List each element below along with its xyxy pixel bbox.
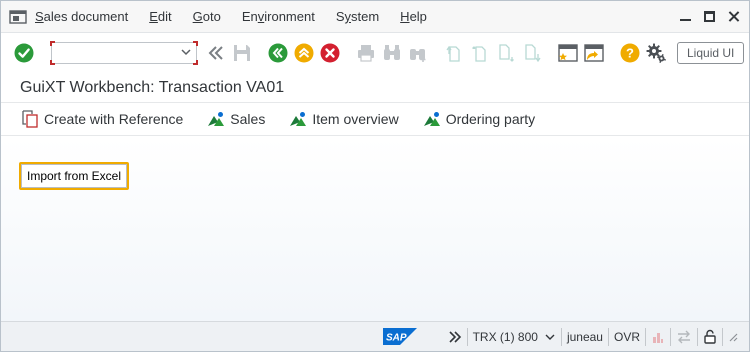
- back-icon: [268, 43, 288, 63]
- save-button[interactable]: [231, 42, 253, 64]
- print-icon: [358, 45, 374, 62]
- title-bar: GuiXT Workbench: Transaction VA01: [1, 73, 749, 103]
- command-field-wrapper: [50, 41, 198, 65]
- help-icon: ?: [620, 43, 640, 63]
- print-button[interactable]: [355, 42, 377, 64]
- enter-button[interactable]: [13, 42, 35, 64]
- insert-mode-segment[interactable]: OVR: [609, 327, 646, 346]
- minimize-icon[interactable]: [680, 11, 691, 22]
- item-overview-mountain-icon: [290, 112, 307, 126]
- settings-gear-icon: [646, 43, 666, 63]
- status-expand-icon: [449, 330, 461, 343]
- ordering-party-button[interactable]: Ordering party: [423, 111, 535, 127]
- first-page-icon: [446, 45, 460, 62]
- transfer-segment: [671, 327, 698, 346]
- page-title: GuiXT Workbench: Transaction VA01: [20, 78, 285, 96]
- screen-content-area: Import from Excel: [1, 138, 749, 321]
- command-field-dropdown-icon[interactable]: [181, 47, 191, 57]
- previous-page-icon: [472, 46, 486, 62]
- exit-button[interactable]: [293, 42, 315, 64]
- last-page-button[interactable]: [521, 42, 543, 64]
- item-overview-label: Item overview: [312, 111, 399, 127]
- back-button[interactable]: [267, 42, 289, 64]
- help-button[interactable]: ?: [619, 42, 641, 64]
- insert-mode: OVR: [613, 329, 640, 344]
- server-name: juneau: [566, 329, 603, 344]
- previous-page-button[interactable]: [469, 42, 491, 64]
- sales-label: Sales: [230, 111, 266, 127]
- next-page-button[interactable]: [495, 42, 517, 64]
- lock-segment[interactable]: [698, 327, 723, 346]
- liquid-ui-button[interactable]: Liquid UI: [677, 42, 745, 64]
- next-page-icon: [499, 44, 514, 62]
- last-page-icon: [525, 44, 541, 63]
- menu-bar: Sales document Edit Goto Environment Sys…: [1, 1, 749, 33]
- system-info-segment[interactable]: TRX (1) 800: [468, 327, 562, 346]
- menu-help[interactable]: Help: [400, 9, 427, 24]
- cancel-icon: [320, 43, 340, 63]
- document-reference-icon: [22, 110, 38, 128]
- create-session-icon: [558, 44, 578, 62]
- history-back-button[interactable]: [205, 42, 227, 64]
- exit-icon: [294, 43, 314, 63]
- history-back-icon: [208, 46, 223, 60]
- shortcut-button[interactable]: [583, 42, 605, 64]
- performance-segment: [646, 327, 671, 346]
- menu-sales-document[interactable]: Sales document: [35, 9, 128, 24]
- find-next-button[interactable]: [407, 42, 429, 64]
- create-with-reference-button[interactable]: Create with Reference: [21, 110, 183, 128]
- menu-edit[interactable]: Edit: [149, 9, 171, 24]
- close-window-icon[interactable]: [728, 11, 739, 22]
- svg-text:SAP: SAP: [386, 333, 407, 344]
- first-page-button[interactable]: [443, 42, 465, 64]
- sap-gui-window: Sales document Edit Goto Environment Sys…: [0, 0, 750, 352]
- bar-chart-icon: [653, 332, 663, 343]
- shortcut-icon: [584, 44, 604, 62]
- ordering-party-label: Ordering party: [445, 111, 536, 127]
- resize-grip[interactable]: [723, 328, 743, 346]
- import-from-excel-button[interactable]: Import from Excel: [19, 162, 130, 190]
- transaction-info: TRX (1) 800: [472, 329, 538, 344]
- application-toolbar: Create with Reference Sales Item overvie…: [1, 103, 749, 136]
- find-next-icon: [410, 49, 426, 62]
- item-overview-button[interactable]: Item overview: [289, 111, 399, 127]
- window-controls: [680, 11, 749, 22]
- server-segment: juneau: [562, 327, 609, 346]
- system-toolbar: ? Liquid UI: [1, 33, 749, 73]
- transfer-icon: [678, 330, 690, 343]
- svg-text:?: ?: [626, 46, 634, 61]
- create-session-button[interactable]: [557, 42, 579, 64]
- settings-button[interactable]: [645, 42, 667, 64]
- menu-environment[interactable]: Environment: [242, 9, 315, 24]
- menu-system[interactable]: System: [336, 9, 379, 24]
- status-expand[interactable]: [443, 327, 468, 346]
- menu-goto[interactable]: Goto: [193, 9, 221, 24]
- enter-icon: [14, 43, 34, 63]
- cancel-button[interactable]: [319, 42, 341, 64]
- sales-button[interactable]: Sales: [207, 111, 265, 127]
- save-icon: [234, 45, 250, 61]
- system-menu-icon[interactable]: [9, 9, 27, 24]
- sap-logo: SAP: [382, 328, 417, 345]
- maximize-icon[interactable]: [704, 11, 715, 22]
- ordering-party-mountain-icon: [423, 112, 440, 126]
- find-icon: [384, 45, 400, 60]
- status-dropdown-icon[interactable]: [544, 332, 556, 342]
- create-with-reference-label: Create with Reference: [44, 111, 184, 127]
- sales-mountain-icon: [208, 112, 225, 126]
- command-field[interactable]: [51, 42, 197, 64]
- find-button[interactable]: [381, 42, 403, 64]
- lock-icon: [704, 329, 716, 344]
- resize-grip-icon: [729, 333, 738, 341]
- status-bar: SAP TRX (1) 800 juneau OVR: [1, 321, 749, 351]
